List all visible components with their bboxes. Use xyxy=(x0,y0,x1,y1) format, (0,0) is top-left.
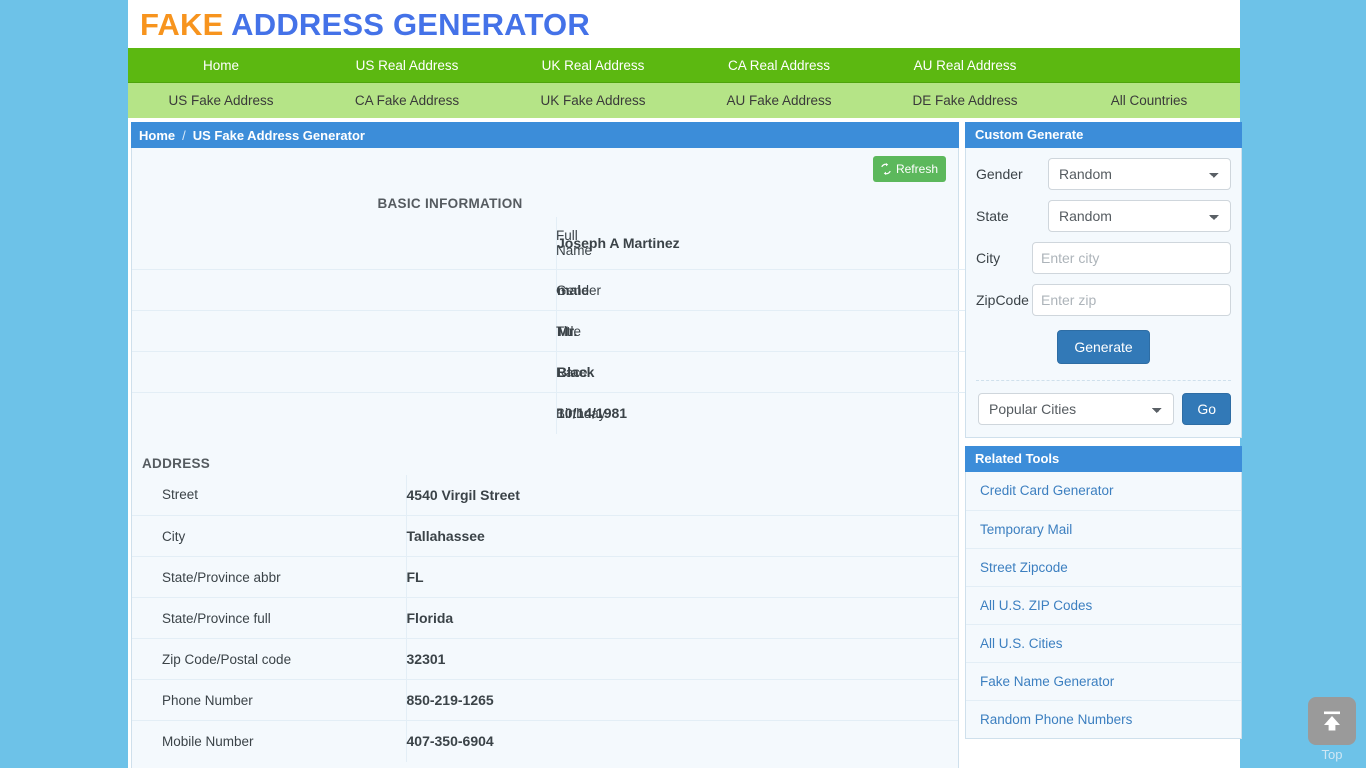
tool-link-all-us-zip-codes[interactable]: All U.S. ZIP Codes xyxy=(966,586,1241,624)
logo-rest-words: ADDRESS GENERATOR xyxy=(223,6,590,42)
zipcode-row: ZipCode xyxy=(976,284,1231,316)
state-label: State xyxy=(976,208,1009,224)
nav-item-au-real-address[interactable]: AU Real Address xyxy=(872,48,1058,83)
row-value: Tallahassee xyxy=(405,515,958,557)
logo-fake-word: FAKE xyxy=(140,6,224,42)
gender-label: Gender xyxy=(976,166,1023,182)
row-value: 850-219-1265 xyxy=(405,679,958,721)
content-area: Home / US Fake Address Generator Refresh… xyxy=(128,118,1242,768)
generate-row: Generate xyxy=(976,330,1231,364)
page-root: FAKE ADDRESS GENERATOR Home US Real Addr… xyxy=(0,0,1366,768)
state-row: State Random xyxy=(976,200,1231,232)
table-row: City Tallahassee xyxy=(132,515,958,557)
breadcrumb-home[interactable]: Home xyxy=(139,128,175,143)
tool-link-fake-name-generator[interactable]: Fake Name Generator xyxy=(966,662,1241,700)
row-label: Race xyxy=(132,351,588,393)
row-value: 4540 Virgil Street xyxy=(405,474,958,516)
gender-row: Gender Random xyxy=(976,158,1231,190)
site-logo[interactable]: FAKE ADDRESS GENERATOR xyxy=(140,9,590,40)
nav-item-ca-fake-address[interactable]: CA Fake Address xyxy=(314,83,500,118)
table-row: Zip Code/Postal code 32301 xyxy=(132,638,958,680)
tool-link-credit-card-generator[interactable]: Credit Card Generator xyxy=(966,472,1241,510)
table-row: State/Province abbr FL xyxy=(132,556,958,598)
nav-item-home[interactable]: Home xyxy=(128,48,314,83)
row-label: Full Name xyxy=(556,228,593,258)
row-label: Gender xyxy=(132,269,601,311)
generate-button[interactable]: Generate xyxy=(1057,330,1150,364)
row-label: City xyxy=(132,515,406,557)
popular-cities-select[interactable]: Popular Cities xyxy=(978,393,1175,425)
row-label: Zip Code/Postal code xyxy=(132,638,406,680)
nav-item-us-fake-address[interactable]: US Fake Address xyxy=(128,83,314,118)
site-header: FAKE ADDRESS GENERATOR xyxy=(128,0,1240,48)
nav-item-ca-real-address[interactable]: CA Real Address xyxy=(686,48,872,83)
zipcode-label: ZipCode xyxy=(976,292,1029,308)
popular-cities-row: Popular Cities Go xyxy=(966,381,1241,437)
breadcrumb-separator: / xyxy=(182,127,186,143)
tool-link-street-zipcode[interactable]: Street Zipcode xyxy=(966,548,1241,586)
city-input[interactable] xyxy=(1032,242,1231,274)
tool-link-random-phone-numbers[interactable]: Random Phone Numbers xyxy=(966,700,1241,738)
arrow-up-icon xyxy=(1324,711,1340,731)
nav-item-all-countries[interactable]: All Countries xyxy=(1058,83,1240,118)
primary-navigation: Home US Real Address UK Real Address CA … xyxy=(128,48,1240,83)
result-panel: Refresh BASIC INFORMATION Full Name Jose… xyxy=(131,148,1113,768)
nav-item-uk-fake-address[interactable]: UK Fake Address xyxy=(500,83,686,118)
secondary-navigation: US Fake Address CA Fake Address UK Fake … xyxy=(128,83,1240,118)
city-row: City xyxy=(976,242,1231,274)
nav-item-uk-real-address[interactable]: UK Real Address xyxy=(500,48,686,83)
custom-generate-title: Custom Generate xyxy=(965,122,1242,148)
refresh-icon xyxy=(880,163,892,175)
state-select[interactable]: Random xyxy=(1048,200,1231,232)
scroll-to-top-button[interactable]: Top xyxy=(1308,697,1356,762)
row-label: State/Province full xyxy=(132,597,406,639)
related-tools-panel: Related Tools Credit Card Generator Temp… xyxy=(965,446,1242,739)
nav-item-au-fake-address[interactable]: AU Fake Address xyxy=(686,83,872,118)
row-label: Birthday xyxy=(132,392,606,434)
scroll-to-top-label: Top xyxy=(1321,747,1343,762)
scroll-to-top-box xyxy=(1308,697,1356,745)
nav-item-us-real-address[interactable]: US Real Address xyxy=(314,48,500,83)
row-label: Mobile Number xyxy=(132,720,406,762)
row-label: Phone Number xyxy=(132,679,406,721)
site-container: FAKE ADDRESS GENERATOR Home US Real Addr… xyxy=(128,0,1242,768)
related-tools-title: Related Tools xyxy=(965,446,1242,472)
table-row: Phone Number 850-219-1265 xyxy=(132,679,958,721)
go-button[interactable]: Go xyxy=(1182,393,1231,425)
breadcrumb-current: US Fake Address Generator xyxy=(192,127,365,143)
sidebar-column: Custom Generate Gender Random State Rand… xyxy=(965,122,1242,739)
row-label: State/Province abbr xyxy=(132,556,406,598)
address-title: ADDRESS xyxy=(142,455,211,471)
tool-link-temporary-mail[interactable]: Temporary Mail xyxy=(966,510,1241,548)
tool-link-all-us-cities[interactable]: All U.S. Cities xyxy=(966,624,1241,662)
table-row: Mobile Number 407-350-6904 xyxy=(132,720,958,762)
custom-generate-panel: Custom Generate Gender Random State Rand… xyxy=(965,122,1242,438)
basic-information-title: BASIC INFORMATION xyxy=(377,196,523,211)
refresh-row: Refresh xyxy=(132,156,958,182)
row-value: 407-350-6904 xyxy=(405,720,958,762)
row-label: Street xyxy=(162,487,199,503)
table-row: Street 4540 Virgil Street xyxy=(132,474,958,516)
row-value: Florida xyxy=(405,597,958,639)
zipcode-input[interactable] xyxy=(1032,284,1231,316)
gender-select[interactable]: Random xyxy=(1048,158,1231,190)
main-column: Home / US Fake Address Generator Refresh… xyxy=(131,122,1113,768)
refresh-button[interactable]: Refresh xyxy=(872,156,946,182)
row-value: FL xyxy=(405,556,958,598)
row-value: 32301 xyxy=(405,638,958,680)
address-table: Street 4540 Virgil Street City Tallahass… xyxy=(132,474,958,762)
city-label: City xyxy=(976,250,1001,266)
custom-generate-body: Gender Random State Random City Enter ci… xyxy=(966,148,1241,376)
breadcrumb: Home / US Fake Address Generator xyxy=(131,122,959,148)
refresh-label: Refresh xyxy=(895,162,938,176)
nav-item-de-fake-address[interactable]: DE Fake Address xyxy=(872,83,1058,118)
row-label: Title xyxy=(132,310,581,352)
table-row: State/Province full Florida xyxy=(132,597,958,639)
